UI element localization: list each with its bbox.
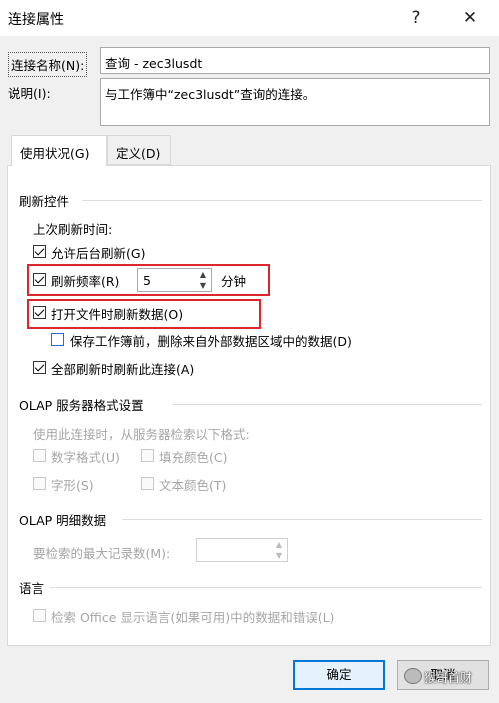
close-button[interactable]: ✕ [459,7,481,29]
minutes-unit-label: 分钟 [221,274,247,289]
description-label: 说明(I): [8,86,51,101]
text-color-checkbox[interactable] [141,477,154,490]
refresh-every-label: 刷新频率(R) [51,274,120,289]
tab-usage-label: 使用状况(G) [20,146,90,161]
last-refresh-label: 上次刷新时间: [33,222,113,237]
language-title: 语言 [19,581,45,596]
refresh-group-divider [82,200,482,201]
refresh-every-checkbox[interactable] [33,273,46,286]
max-records-stepper[interactable]: ▲ ▼ [196,538,288,562]
olap-detail-title: OLAP 明细数据 [19,513,107,528]
refresh-minutes-stepper[interactable]: 5 ▲ ▼ [137,268,212,292]
olap-detail-divider [122,519,482,520]
fill-color-label: 填充颜色(C) [159,450,228,465]
connection-name-input[interactable]: 查询 - zec3lusdt [100,47,490,74]
refresh-group-title: 刷新控件 [19,194,70,209]
text-color-label: 文本颜色(T) [159,478,227,493]
spin-down-icon[interactable]: ▼ [271,549,287,563]
olap-format-divider [172,404,482,405]
ok-button[interactable]: 确定 [293,660,385,690]
refresh-minutes-value: 5 [143,273,151,288]
language-option-label: 检索 Office 显示语言(如果可用)中的数据和错误(L) [51,610,335,625]
window-title: 连接属性 [8,12,64,28]
number-format-checkbox[interactable] [33,449,46,462]
number-format-label: 数字格式(U) [51,450,120,465]
description-input[interactable]: 与工作簿中“zec3lusdt”查询的连接。 [100,78,490,126]
language-checkbox[interactable] [33,609,46,622]
font-style-label: 字形(S) [51,478,94,493]
remove-data-checkbox[interactable] [51,333,64,346]
wechat-icon [404,668,422,684]
watermark-text: 猴哥首财 [424,671,473,685]
refresh-on-open-checkbox[interactable] [33,306,46,319]
language-divider [50,587,482,588]
font-style-checkbox[interactable] [33,477,46,490]
connection-name-label: 连接名称(N): [8,52,88,77]
max-records-label: 要检索的最大记录数(M): [33,546,171,561]
refresh-all-checkbox[interactable] [33,361,46,374]
remove-data-label: 保存工作簿前，删除来自外部数据区域中的数据(D) [70,334,352,349]
background-refresh-label: 允许后台刷新(G) [51,246,146,261]
olap-format-title: OLAP 服务器格式设置 [19,398,144,413]
tab-usage[interactable]: 使用状况(G) [11,135,107,166]
refresh-on-open-label: 打开文件时刷新数据(O) [51,307,184,322]
olap-format-desc: 使用此连接时，从服务器检索以下格式: [33,427,250,442]
help-button[interactable]: ? [405,7,427,29]
tab-definition[interactable]: 定义(D) [107,135,171,165]
fill-color-checkbox[interactable] [141,449,154,462]
tab-definition-label: 定义(D) [116,146,161,161]
refresh-all-label: 全部刷新时刷新此连接(A) [51,362,195,377]
background-refresh-checkbox[interactable] [33,245,46,258]
watermark: 猴哥首财 [404,666,496,688]
spin-down-icon[interactable]: ▼ [195,279,211,293]
